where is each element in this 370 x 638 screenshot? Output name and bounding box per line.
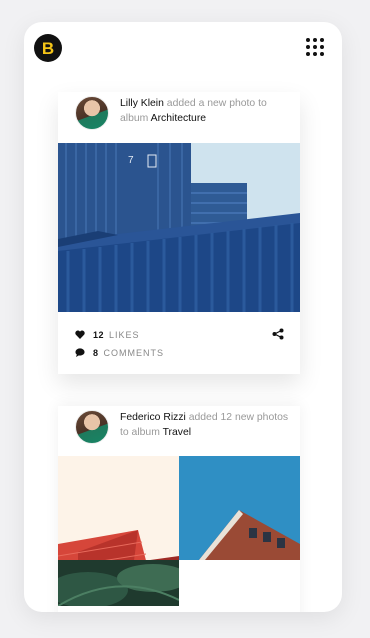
photo-grid xyxy=(58,456,300,606)
heart-icon[interactable] xyxy=(75,330,89,341)
brand-logo[interactable]: B xyxy=(34,34,62,62)
comments-count: 8 xyxy=(93,348,99,358)
post-card: Lilly Klein added a new photo to album A… xyxy=(58,92,300,374)
post-header: Lilly Klein added a new photo to album A… xyxy=(58,92,300,143)
likes-row[interactable]: 12 LIKES xyxy=(75,328,286,342)
avatar[interactable] xyxy=(75,96,109,130)
photo-tile[interactable] xyxy=(179,456,300,560)
logo-letter: B xyxy=(41,38,55,58)
user-name[interactable]: Lilly Klein xyxy=(120,98,164,109)
post-photo[interactable]: 7 xyxy=(58,143,300,312)
comments-label: COMMENTS xyxy=(103,348,165,358)
svg-text:7: 7 xyxy=(128,155,134,166)
comment-icon[interactable] xyxy=(75,347,89,359)
activity-text: Federico Rizzi added 12 new photos to al… xyxy=(120,410,290,440)
photo-tile[interactable] xyxy=(58,456,179,560)
avatar[interactable] xyxy=(75,410,109,444)
photo-tile[interactable] xyxy=(58,560,179,606)
post-header: Federico Rizzi added 12 new photos to al… xyxy=(58,406,300,457)
grid-menu-icon[interactable] xyxy=(306,38,324,56)
likes-count: 12 xyxy=(93,330,105,340)
comments-row[interactable]: 8 COMMENTS xyxy=(75,346,286,360)
user-name[interactable]: Federico Rizzi xyxy=(120,412,186,423)
activity-text: Lilly Klein added a new photo to album A… xyxy=(120,96,290,126)
share-icon[interactable] xyxy=(272,327,286,341)
post-card: Federico Rizzi added 12 new photos to al… xyxy=(58,406,300,612)
album-link[interactable]: Architecture xyxy=(151,113,206,124)
post-stats: 12 LIKES 8 COMMENTS xyxy=(75,328,286,364)
album-link[interactable]: Travel xyxy=(163,427,191,438)
likes-label: LIKES xyxy=(109,330,140,340)
app-screen: B Lilly Klein added a new photo to album… xyxy=(24,22,342,612)
